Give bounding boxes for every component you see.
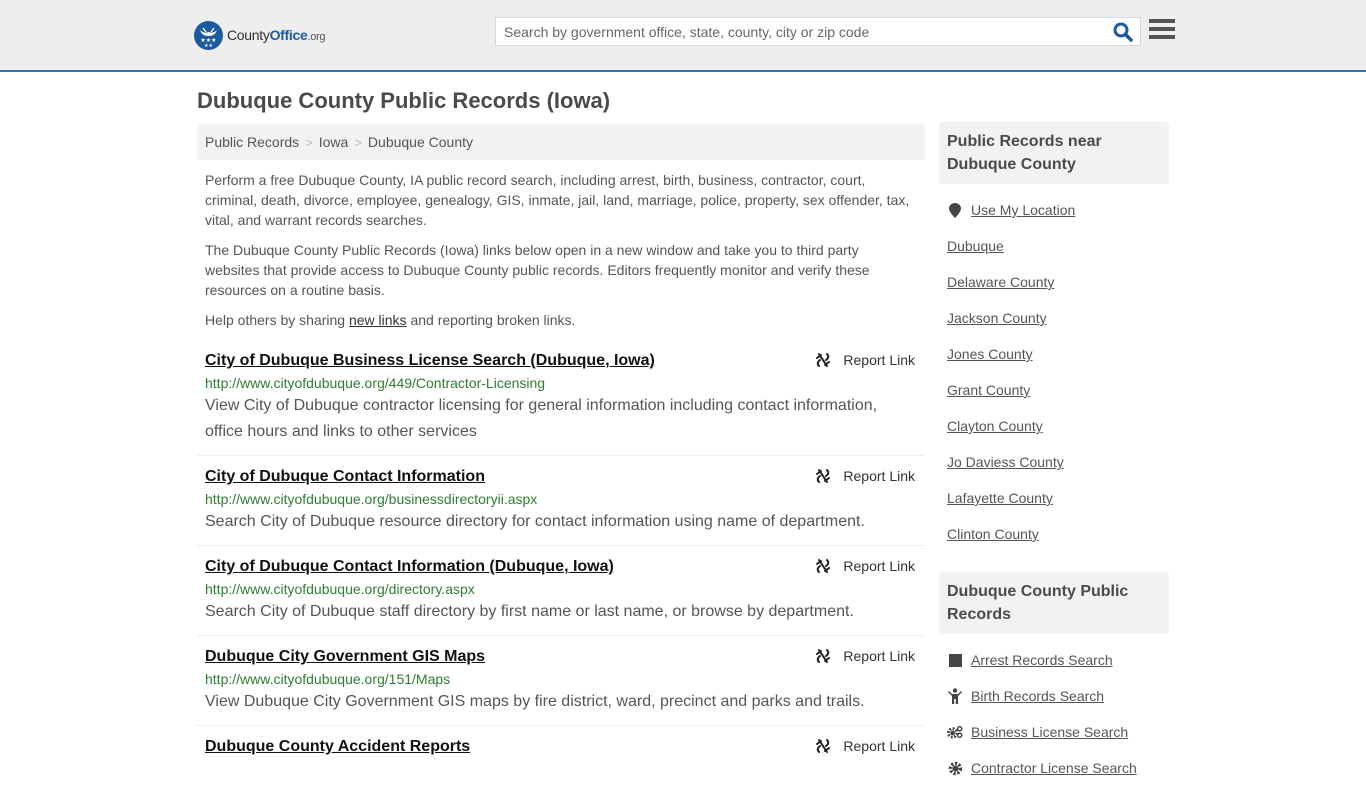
report-link-button[interactable]: Report Link — [815, 738, 915, 754]
svg-text:★★: ★★ — [204, 43, 213, 49]
record-url: http://www.cityofdubuque.org/directory.a… — [205, 581, 475, 597]
map-marker-icon — [947, 202, 963, 218]
nearby-item: Clayton County — [947, 408, 1169, 444]
record-description: View Dubuque City Government GIS maps by… — [205, 693, 865, 710]
contractor-license-link[interactable]: Contractor License Search — [971, 760, 1137, 776]
record-item: City of Dubuque Business License Search … — [197, 346, 925, 456]
report-link-button[interactable]: Report Link — [815, 558, 915, 574]
report-link-button[interactable]: Report Link — [815, 468, 915, 484]
nearby-link-delaware-county[interactable]: Delaware County — [947, 274, 1054, 290]
gear-icon — [947, 760, 963, 776]
report-link-button[interactable]: Report Link — [815, 648, 915, 664]
breadcrumb-public-records[interactable]: Public Records — [205, 134, 299, 150]
nearby-item: Clinton County — [947, 516, 1169, 552]
broken-link-icon — [816, 559, 831, 573]
breadcrumb-separator: > — [354, 135, 362, 150]
logo-badge-icon: ★★★ ★★ — [194, 20, 223, 50]
nearby-link-lafayette-county[interactable]: Lafayette County — [947, 490, 1053, 506]
nearby-link-jo-daviess-county[interactable]: Jo Daviess County — [947, 454, 1064, 470]
broken-link-icon — [816, 739, 831, 753]
nearby-item: Jo Daviess County — [947, 444, 1169, 480]
breadcrumb-separator: > — [305, 135, 313, 150]
top-bar: ★★★ ★★ CountyOffice.org — [0, 0, 1366, 72]
nearby-item: Lafayette County — [947, 480, 1169, 516]
record-title-link[interactable]: Dubuque City Government GIS Maps — [205, 646, 485, 668]
records-list: City of Dubuque Business License Search … — [197, 346, 925, 768]
nearby-link-clinton-county[interactable]: Clinton County — [947, 526, 1039, 542]
intro-paragraph-2: The Dubuque County Public Records (Iowa)… — [205, 242, 870, 298]
broken-link-icon — [816, 649, 831, 663]
breadcrumb-dubuque-county[interactable]: Dubuque County — [368, 134, 473, 150]
nearby-link-jackson-county[interactable]: Jackson County — [947, 310, 1047, 326]
record-url: http://www.cityofdubuque.org/151/Maps — [205, 671, 451, 687]
nearby-item: Grant County — [947, 372, 1169, 408]
use-my-location-item: Use My Location — [947, 192, 1169, 228]
nearby-link-jones-county[interactable]: Jones County — [947, 346, 1033, 362]
new-links-link[interactable]: new links — [349, 312, 407, 328]
category-item: Birth Records Search — [947, 678, 1169, 714]
breadcrumb: Public Records > Iowa > Dubuque County — [197, 124, 925, 160]
record-item: City of Dubuque Contact Information Repo… — [197, 456, 925, 546]
record-item: Dubuque City Government GIS Maps Report … — [197, 636, 925, 726]
nearby-item: Dubuque — [947, 228, 1169, 264]
broken-link-icon — [816, 353, 831, 367]
record-title-link[interactable]: City of Dubuque Contact Information (Dub… — [205, 556, 614, 578]
nearby-item: Jackson County — [947, 300, 1169, 336]
use-my-location-link[interactable]: Use My Location — [971, 202, 1075, 218]
hamburger-menu-button[interactable] — [1149, 19, 1175, 41]
birth-records-link[interactable]: Birth Records Search — [971, 688, 1104, 704]
logo-text: CountyOffice.org — [227, 27, 326, 43]
record-title-link[interactable]: Dubuque County Accident Reports — [205, 736, 470, 758]
arrest-records-link[interactable]: Arrest Records Search — [971, 652, 1113, 668]
gears-icon — [947, 724, 963, 740]
record-url: http://www.cityofdubuque.org/businessdir… — [205, 491, 538, 507]
report-link-button[interactable]: Report Link — [815, 352, 915, 368]
nearby-item: Jones County — [947, 336, 1169, 372]
record-title-link[interactable]: City of Dubuque Contact Information — [205, 466, 485, 488]
search-icon — [1113, 22, 1133, 42]
menu-bar-icon — [1149, 27, 1175, 31]
record-description: View City of Dubuque contractor licensin… — [205, 397, 878, 440]
intro-paragraph-1: Perform a free Dubuque County, IA public… — [205, 172, 910, 228]
search-button[interactable] — [1112, 21, 1134, 43]
search-box — [495, 17, 1141, 46]
record-url: http://www.cityofdubuque.org/449/Contrac… — [205, 375, 546, 391]
breadcrumb-iowa[interactable]: Iowa — [319, 134, 349, 150]
broken-link-icon — [816, 469, 831, 483]
sidebar-nearby-heading: Public Records near Dubuque County — [939, 122, 1169, 184]
record-item: City of Dubuque Contact Information (Dub… — [197, 546, 925, 636]
menu-bar-icon — [1149, 35, 1175, 39]
nearby-item: Delaware County — [947, 264, 1169, 300]
sidebar-categories: Dubuque County Public Records Arrest Rec… — [939, 572, 1169, 786]
menu-bar-icon — [1149, 19, 1175, 23]
square-icon — [947, 652, 963, 668]
sidebar-nearby: Public Records near Dubuque County Use M… — [939, 122, 1169, 552]
sidebar-categories-heading: Dubuque County Public Records — [939, 572, 1169, 634]
nearby-link-grant-county[interactable]: Grant County — [947, 382, 1030, 398]
category-item: Contractor License Search — [947, 750, 1169, 786]
category-item: Business License Search — [947, 714, 1169, 750]
logo-link[interactable]: ★★★ ★★ CountyOffice.org — [194, 20, 326, 50]
page-title: Dubuque County Public Records (Iowa) — [197, 88, 611, 113]
search-input[interactable] — [496, 18, 1096, 45]
record-title-link[interactable]: City of Dubuque Business License Search … — [205, 350, 655, 372]
intro-paragraph-3: Help others by sharing new links and rep… — [205, 312, 576, 328]
record-item: Dubuque County Accident Reports Report L… — [197, 726, 925, 768]
nearby-link-clayton-county[interactable]: Clayton County — [947, 418, 1043, 434]
child-icon — [947, 688, 963, 704]
nearby-link-dubuque[interactable]: Dubuque — [947, 238, 1004, 254]
record-description: Search City of Dubuque resource director… — [205, 513, 865, 530]
record-description: Search City of Dubuque staff directory b… — [205, 603, 854, 620]
business-license-link[interactable]: Business License Search — [971, 724, 1128, 740]
category-item: Arrest Records Search — [947, 642, 1169, 678]
intro-text: Perform a free Dubuque County, IA public… — [205, 170, 917, 340]
